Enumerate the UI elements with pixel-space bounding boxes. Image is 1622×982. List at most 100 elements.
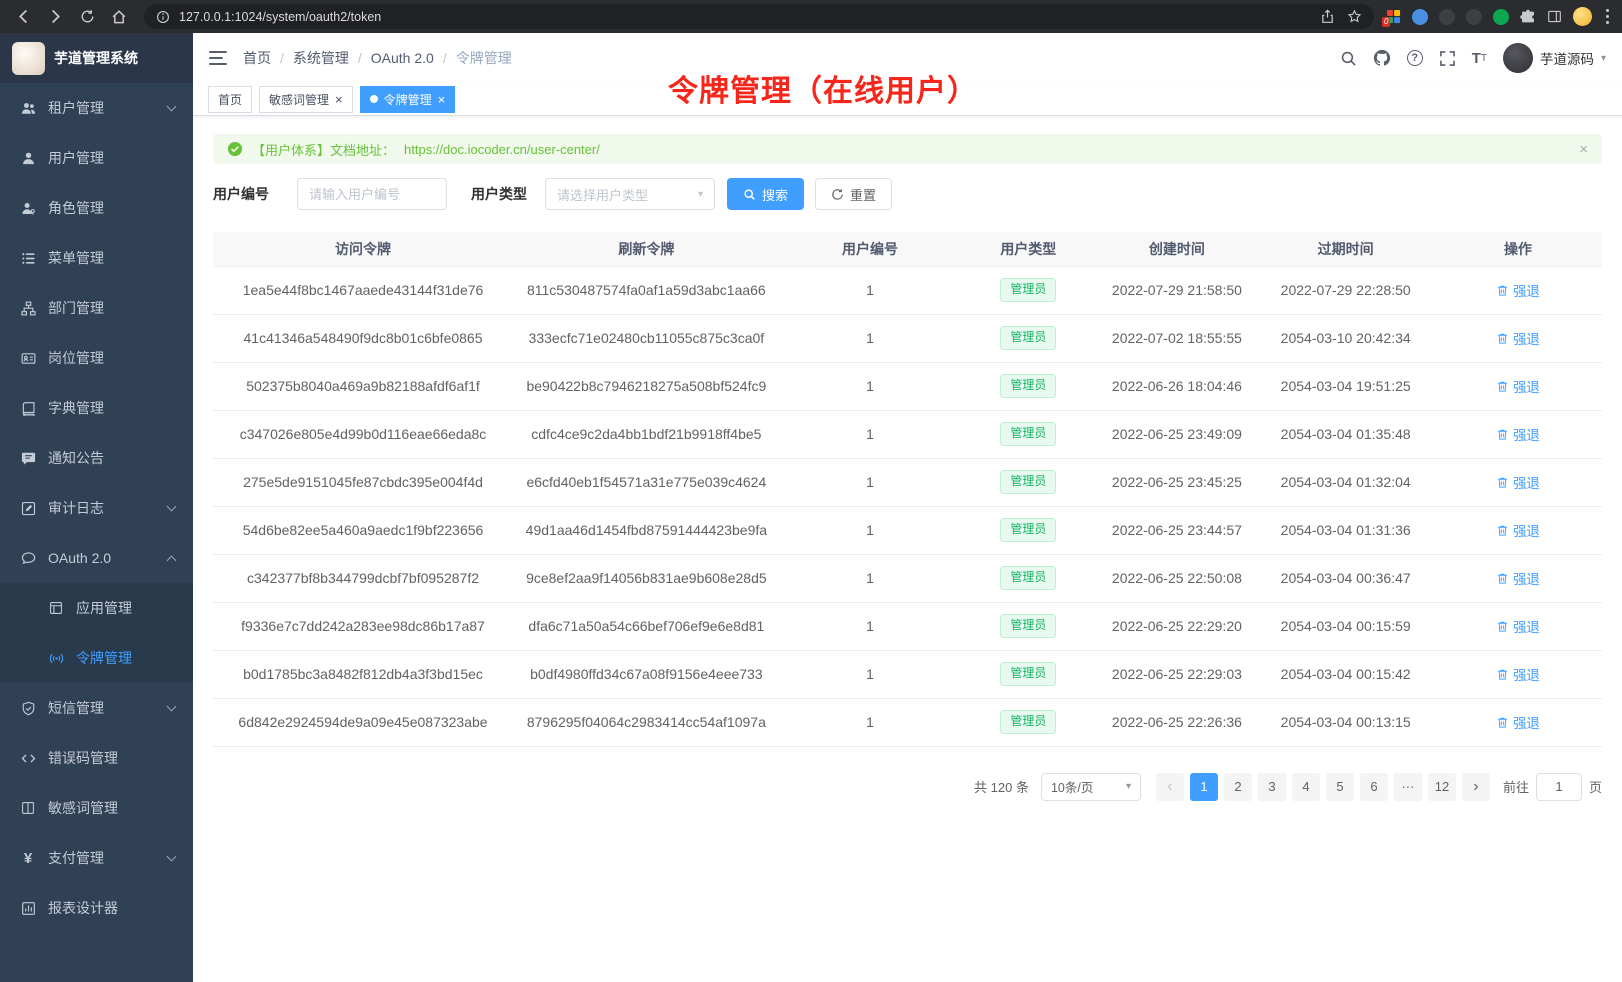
close-icon[interactable]: × [1579,141,1588,158]
tab-token-management[interactable]: 令牌管理 × [360,86,456,113]
sidebar-item-oauth[interactable]: OAuth 2.0 [0,533,193,583]
sidebar-item-menu[interactable]: 菜单管理 [0,233,193,283]
page-button-5[interactable]: 5 [1326,773,1354,801]
table-row: c342377bf8b344799dcbf7bf095287f2 9ce8ef2… [213,554,1602,602]
share-icon[interactable] [1320,9,1335,24]
font-size-icon[interactable]: TT [1472,50,1487,67]
access-token-cell: c342377bf8b344799dcbf7bf095287f2 [213,554,513,602]
user-menu[interactable]: 芋道源码 ▾ [1503,43,1606,73]
sidebar-item-user[interactable]: 用户管理 [0,133,193,183]
force-logout-button[interactable]: 强退 [1496,568,1540,588]
force-logout-button[interactable]: 强退 [1496,328,1540,348]
success-check-icon [227,141,243,157]
create-time-cell: 2022-07-29 21:58:50 [1096,266,1257,314]
sidebar-item-error-code[interactable]: 错误码管理 [0,733,193,783]
page-button-2[interactable]: 2 [1224,773,1252,801]
create-time-cell: 2022-06-25 22:29:20 [1096,602,1257,650]
create-time-cell: 2022-06-25 23:44:57 [1096,506,1257,554]
tab-home[interactable]: 首页 [208,86,252,113]
access-token-cell: 54d6be82ee5a460a9aedc1f9bf223656 [213,506,513,554]
oauth-comment-icon [20,551,36,566]
reset-button[interactable]: 重置 [815,178,892,210]
user-type-badge: 管理员 [1000,422,1056,446]
sidebar-item-report-designer[interactable]: 报表设计器 [0,883,193,933]
close-icon[interactable]: × [335,93,343,106]
sidebar-item-role[interactable]: 角色管理 [0,183,193,233]
page-button-4[interactable]: 4 [1292,773,1320,801]
extension-blue-icon[interactable] [1412,9,1428,25]
fullscreen-icon[interactable] [1439,50,1456,67]
force-logout-label: 强退 [1513,472,1540,492]
force-logout-button[interactable]: 强退 [1496,616,1540,636]
prev-page-button[interactable]: ‹ [1156,773,1184,801]
sidebar-item-payment[interactable]: ¥ 支付管理 [0,833,193,883]
next-page-button[interactable]: › [1462,773,1490,801]
goto-page-input[interactable] [1536,773,1582,801]
action-cell: 强退 [1434,602,1602,650]
refresh-token-cell: be90422b8c7946218275a508bf524fc9 [513,362,780,410]
doc-link[interactable]: https://doc.iocoder.cn/user-center/ [404,142,600,157]
user-avatar [1503,43,1533,73]
browser-address-bar[interactable]: 127.0.0.1:1024/system/oauth2/token [144,4,1374,29]
action-cell: 强退 [1434,410,1602,458]
extension-dark-icon-1[interactable] [1439,9,1455,25]
site-info-icon[interactable] [156,10,170,24]
hamburger-icon[interactable] [209,50,227,66]
sidebar-item-audit-log[interactable]: 审计日志 [0,483,193,533]
payment-yen-icon: ¥ [20,850,36,867]
extension-grid-icon[interactable]: 0 [1386,9,1401,24]
page-button-12[interactable]: 12 [1428,773,1456,801]
refresh-token-cell: e6cfd40eb1f54571a31e775e039c4624 [513,458,780,506]
page-button-3[interactable]: 3 [1258,773,1286,801]
breadcrumb-home[interactable]: 首页 [243,48,293,68]
action-cell: 强退 [1434,650,1602,698]
sidebar-menu: 租户管理 用户管理 角色管理 菜单管理 部门管理 [0,83,193,933]
browser-home-icon[interactable] [106,4,132,30]
search-button[interactable]: 搜索 [727,178,804,210]
app-logo[interactable]: 芋道管理系统 [0,33,193,83]
tab-sensitive-word[interactable]: 敏感词管理 × [259,86,353,113]
extension-green-icon[interactable] [1493,9,1509,25]
more-pages-button[interactable]: ··· [1394,773,1422,801]
force-logout-button[interactable]: 强退 [1496,520,1540,540]
sidebar-item-sms[interactable]: 短信管理 [0,683,193,733]
github-icon[interactable] [1373,49,1391,67]
sidebar-item-dictionary[interactable]: 字典管理 [0,383,193,433]
force-logout-button[interactable]: 强退 [1496,712,1540,732]
sidebar-item-department[interactable]: 部门管理 [0,283,193,333]
browser-forward-icon[interactable] [42,4,68,30]
breadcrumb-system[interactable]: 系统管理 [293,48,371,68]
sidebar-item-tenant[interactable]: 租户管理 [0,83,193,133]
tab-label: 敏感词管理 [269,91,329,108]
browser-profile-avatar[interactable] [1573,7,1592,26]
browser-menu-icon[interactable] [1603,8,1612,25]
extensions-puzzle-icon[interactable] [1520,9,1536,25]
bookmark-star-icon[interactable] [1347,9,1362,24]
close-icon[interactable]: × [438,93,446,106]
side-panel-icon[interactable] [1547,9,1562,24]
sidebar-item-sensitive-word[interactable]: 敏感词管理 [0,783,193,833]
force-logout-button[interactable]: 强退 [1496,664,1540,684]
help-icon[interactable]: ? [1407,50,1423,66]
force-logout-button[interactable]: 强退 [1496,424,1540,444]
search-icon[interactable] [1340,50,1357,67]
user-id-input[interactable] [297,178,447,210]
page-button-6[interactable]: 6 [1360,773,1388,801]
browser-reload-icon[interactable] [74,4,100,30]
sidebar-item-token-management[interactable]: 令牌管理 [0,633,193,683]
caret-down-icon: ▾ [1601,53,1606,64]
refresh-token-cell: 811c530487574fa0af1a59d3abc1aa66 [513,266,780,314]
extension-dark-icon-2[interactable] [1466,9,1482,25]
force-logout-button[interactable]: 强退 [1496,472,1540,492]
user-type-select[interactable]: 请选择用户类型 ▾ [545,178,715,210]
sidebar-item-app-management[interactable]: 应用管理 [0,583,193,633]
page-size-select[interactable]: 10条/页 ▾ [1041,773,1141,801]
browser-back-icon[interactable] [10,4,36,30]
sidebar-item-post[interactable]: 岗位管理 [0,333,193,383]
page-button-1[interactable]: 1 [1190,773,1218,801]
breadcrumb-oauth[interactable]: OAuth 2.0 [371,50,456,66]
table-row: 1ea5e44f8bc1467aaede43144f31de76 811c530… [213,266,1602,314]
force-logout-button[interactable]: 强退 [1496,280,1540,300]
force-logout-button[interactable]: 强退 [1496,376,1540,396]
sidebar-item-notice[interactable]: 通知公告 [0,433,193,483]
